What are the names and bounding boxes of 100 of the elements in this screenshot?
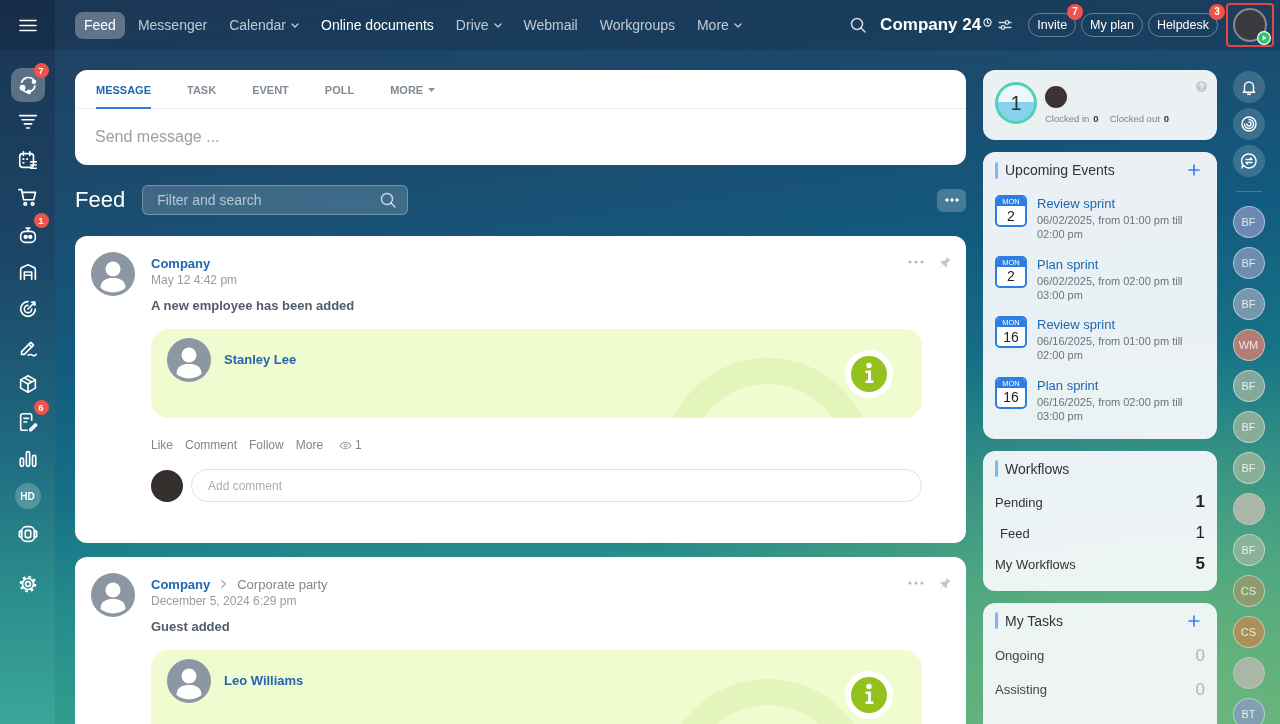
search-icon[interactable] [850, 17, 867, 33]
user-avatar[interactable] [1233, 8, 1267, 42]
plus-icon [1188, 164, 1200, 176]
person-avatar-icon [167, 338, 211, 382]
initials-avatar[interactable]: HD [14, 483, 41, 510]
post-date: December 5, 2024 6:29 pm [151, 593, 297, 610]
counter-value: 1 [1195, 492, 1205, 512]
nav-tab[interactable]: Webmail [514, 11, 587, 39]
calendar-list-icon [16, 148, 39, 171]
composer-tab[interactable]: POLL [324, 70, 355, 109]
initials-avatar[interactable]: BF [1232, 206, 1265, 238]
rail-button[interactable] [1232, 145, 1265, 177]
counter-value: 0 [1195, 679, 1205, 700]
nav-tab[interactable]: More [687, 11, 751, 39]
workday-counter[interactable]: 1 [995, 82, 1037, 124]
chat-arrows-icon [1239, 152, 1258, 170]
action-link[interactable]: Comment [185, 438, 238, 452]
stat-label: Clocked out [1109, 113, 1160, 124]
card-title: My Tasks [1005, 612, 1064, 629]
event-link[interactable]: Review sprint [1037, 316, 1116, 334]
day-number: 2 [1007, 268, 1015, 284]
author-link[interactable]: Company [151, 255, 211, 271]
counter-value: 1 [1195, 523, 1205, 543]
nav-tab[interactable]: Feed [75, 11, 125, 39]
action-link[interactable]: Like [151, 438, 173, 452]
clock-icon [983, 18, 993, 27]
comment-field[interactable]: Add comment [191, 469, 922, 502]
person-avatar-icon [91, 573, 135, 617]
counter-label[interactable]: Assisting [995, 682, 1048, 697]
recipient-link[interactable]: Corporate party [237, 576, 328, 592]
notification-counter: 1 [33, 212, 49, 228]
nav-tab[interactable]: Online documents [312, 11, 443, 39]
person-link[interactable]: Leo Williams [224, 673, 304, 688]
notification-counter: 3 [1209, 4, 1225, 20]
person-avatar-icon [167, 659, 211, 703]
info-icon [845, 671, 893, 719]
search-icon[interactable] [380, 192, 397, 208]
day-number: 16 [1003, 328, 1019, 345]
play-icon [1257, 31, 1271, 45]
info-icon [845, 350, 893, 398]
swirl-icon [1239, 115, 1258, 133]
event-time: 06/16/2025, from 02:00 pm till 03:00 pm [1037, 394, 1184, 423]
counter-label[interactable]: My Workflows [995, 556, 1076, 572]
nav-tab[interactable]: Drive [446, 11, 511, 39]
add-button[interactable] [1188, 614, 1200, 627]
nav-tab[interactable]: Calendar [220, 11, 308, 39]
card-title: Workflows [1005, 460, 1070, 477]
rail-button[interactable] [1232, 108, 1265, 140]
notification-counter: 7 [33, 63, 49, 78]
event-time: 06/02/2025, from 01:00 pm till 02:00 pm [1037, 213, 1184, 241]
person-avatar-icon [91, 252, 135, 296]
author-link[interactable]: Company [151, 576, 211, 592]
more-button[interactable] [937, 188, 966, 212]
avatar-photo [151, 469, 183, 502]
day-number: 2 [1007, 207, 1015, 224]
menu-icon[interactable] [18, 18, 37, 32]
card-title: Upcoming Events [1005, 162, 1115, 178]
event-link[interactable]: Review sprint [1037, 195, 1116, 213]
counter-value: 0 [1195, 645, 1205, 666]
person-link[interactable]: Stanley Lee [224, 352, 297, 367]
cart-icon [16, 186, 39, 209]
nav-tab[interactable]: Messenger [128, 11, 217, 39]
chevron-right-icon [220, 579, 228, 589]
nav-tab[interactable]: Workgroups [590, 11, 684, 39]
view-count: 1 [355, 438, 362, 452]
portal-name[interactable]: Company 24 [880, 15, 982, 35]
counter-label[interactable]: Ongoing [995, 648, 1045, 663]
plus-icon [1188, 614, 1200, 627]
notification-counter: 6 [33, 399, 49, 415]
add-button[interactable] [1188, 164, 1200, 176]
rail-button[interactable] [1232, 71, 1265, 103]
sidebar-item[interactable] [10, 68, 45, 102]
stat-value: 0 [1163, 113, 1170, 124]
action-link[interactable]: Follow [249, 438, 284, 452]
avatar-photo [1045, 86, 1067, 108]
event-time: 06/16/2025, from 01:00 pm till 02:00 pm [1037, 334, 1184, 362]
event-link[interactable]: Plan sprint [1037, 255, 1099, 274]
initials-avatar[interactable]: BF [1232, 247, 1265, 279]
day-number: 16 [1003, 389, 1019, 405]
composer-tab[interactable]: MORE [390, 70, 436, 109]
notification-counter: 7 [1067, 4, 1084, 20]
feed-heading: Feed [75, 187, 126, 213]
post-date: May 12 4:42 pm [151, 272, 238, 289]
post-text: A new employee has been added [151, 297, 355, 315]
stat-label: Clocked in [1045, 113, 1090, 124]
eye-icon [339, 440, 353, 450]
composer-tab[interactable]: TASK [187, 70, 217, 109]
post-text: Guest added [151, 618, 230, 636]
action-link[interactable]: More [295, 438, 324, 452]
counter-label[interactable]: Pending [995, 494, 1043, 510]
initials-avatar[interactable]: WM [1232, 329, 1265, 361]
more-icon [944, 198, 959, 202]
sliders-icon[interactable] [998, 19, 1013, 31]
message-field[interactable]: Send message ... [75, 109, 966, 165]
counter-label[interactable]: Feed [995, 525, 1030, 541]
counter-value: 5 [1195, 554, 1205, 574]
stat-value: 0 [1093, 113, 1099, 124]
event-link[interactable]: Plan sprint [1037, 376, 1099, 395]
event-time: 06/02/2025, from 02:00 pm till 03:00 pm [1037, 273, 1184, 302]
composer-tab[interactable]: EVENT [252, 70, 289, 109]
